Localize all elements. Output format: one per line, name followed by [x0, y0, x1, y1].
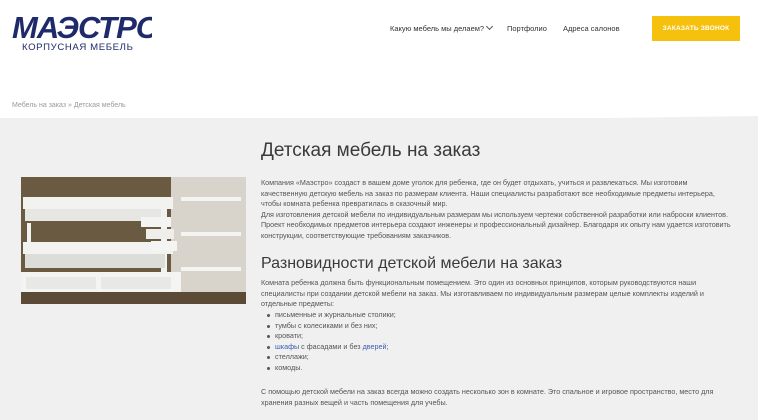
list-item-text: ;: [386, 341, 389, 351]
intro-paragraph: Для изготовления детской мебели по индив…: [261, 209, 731, 240]
chevron-down-icon: [486, 22, 494, 31]
list-item: письменные и журнальные столики;: [267, 310, 396, 319]
furniture-types-list: письменные и журнальные столики; тумбы с…: [261, 310, 396, 374]
doors-link[interactable]: дверей: [363, 342, 387, 351]
breadcrumb-separator: »: [68, 102, 72, 109]
list-item: комоды.: [267, 363, 396, 374]
nav-item-furniture[interactable]: Какую мебель мы делаем?: [390, 22, 494, 33]
nav-item-label: Адреса салонов: [563, 24, 620, 33]
page-title: Детская мебель на заказ: [261, 140, 481, 161]
nav-item-label: Портфолио: [507, 24, 547, 33]
nav-item-salons[interactable]: Адреса салонов: [563, 24, 620, 33]
breadcrumb-home-link[interactable]: Мебель на заказ: [12, 102, 66, 109]
nav-item-portfolio[interactable]: Портфолио: [507, 24, 547, 33]
site-header: МАЭСТРО КОРПУСНАЯ МЕБЕЛЬ Какую мебель мы…: [0, 0, 758, 64]
intro-text: Компания «Маэстро» создаст в вашем доме …: [261, 178, 731, 242]
types-paragraph: Комната ребенка должна быть функциональн…: [261, 278, 704, 309]
section-divider: [0, 116, 758, 126]
list-item: стеллажи;: [267, 352, 396, 363]
list-item: тумбы с колесиками и без них;: [267, 321, 396, 332]
nav-item-label: Какую мебель мы делаем?: [390, 24, 485, 33]
logo-sub-text: КОРПУСНАЯ МЕБЕЛЬ: [22, 42, 133, 53]
kids-room-photo: [21, 177, 246, 304]
intro-paragraph: Компания «Маэстро» создаст в вашем доме …: [261, 178, 715, 209]
outro-paragraph: С помощью детской мебели на заказ всегда…: [261, 387, 714, 407]
section-title: Разновидности детской мебели на заказ: [261, 255, 563, 272]
wardrobes-link[interactable]: шкафы: [275, 342, 299, 351]
bunk-bed-illustration: [21, 177, 246, 304]
order-call-button[interactable]: ЗАКАЗАТЬ ЗВОНОК: [652, 16, 740, 41]
list-item-text: с фасадами и без: [299, 341, 363, 351]
breadcrumb-current: Детская мебель: [73, 102, 126, 109]
main-nav: Какую мебель мы делаем? Портфолио Адреса…: [0, 21, 758, 41]
list-item: кровати;: [267, 331, 396, 342]
breadcrumb: Мебель на заказ » Детская мебель: [12, 102, 126, 109]
list-item: шкафы с фасадами и без дверей;: [267, 341, 396, 353]
